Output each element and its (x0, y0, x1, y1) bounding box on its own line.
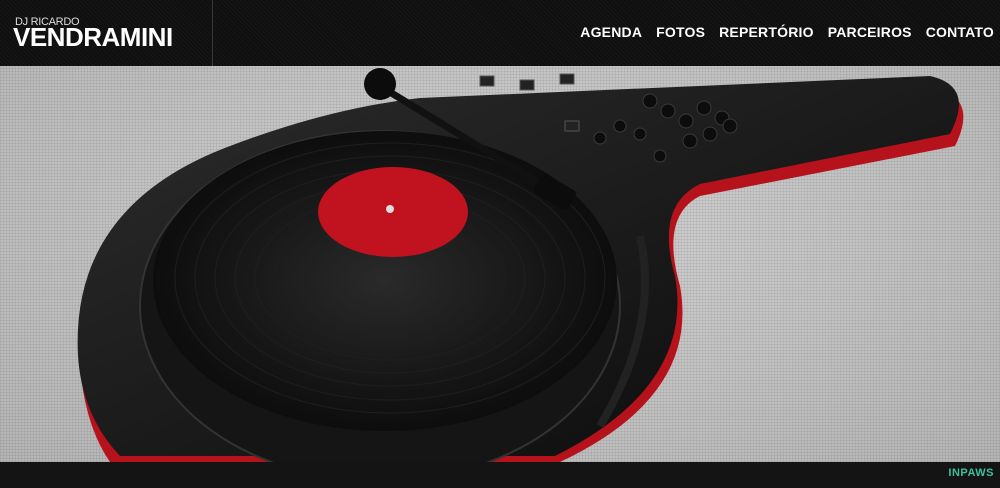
logo-title: VENDRAMINI (13, 22, 173, 52)
turntable-image (77, 68, 964, 462)
nav-contato[interactable]: CONTATO (926, 24, 994, 40)
developer-logo[interactable]: INPAWS (948, 467, 994, 479)
hero-banner (0, 66, 1000, 462)
nav-repertorio[interactable]: REPERTÓRIO (719, 24, 814, 40)
nav-parceiros[interactable]: PARCEIROS (828, 24, 912, 40)
nav-fotos[interactable]: FOTOS (656, 24, 705, 40)
site-footer: INPAWS (0, 462, 1000, 488)
site-logo[interactable]: DJ RICARDO VENDRAMINI (0, 0, 213, 66)
site-header: DJ RICARDO VENDRAMINI AGENDA FOTOS REPER… (0, 0, 1000, 66)
nav-agenda[interactable]: AGENDA (580, 24, 642, 40)
main-nav: AGENDA FOTOS REPERTÓRIO PARCEIROS CONTAT… (580, 24, 994, 40)
